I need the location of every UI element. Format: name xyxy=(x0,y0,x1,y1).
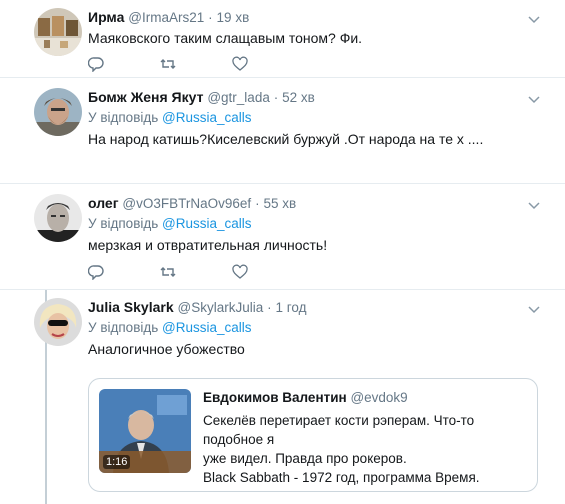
retweet-icon xyxy=(160,267,176,277)
reply-context: У відповідь @Russia_calls xyxy=(88,319,551,337)
chevron-down-icon[interactable] xyxy=(527,302,541,316)
avatar[interactable] xyxy=(34,194,82,242)
quoted-tweet-text: Секелёв перетирает кости рэперам. Что-то… xyxy=(203,411,529,487)
quoted-author-name[interactable]: Евдокимов Валентин xyxy=(203,390,347,405)
separator-dot: · xyxy=(255,196,260,211)
quoted-text-line: уже видел. Правда про рокеров. xyxy=(203,451,407,466)
chevron-down-icon[interactable] xyxy=(527,92,541,106)
separator-dot: · xyxy=(208,10,213,25)
avatar[interactable] xyxy=(34,8,82,56)
reply-mention-link[interactable]: @Russia_calls xyxy=(162,110,251,125)
author-handle[interactable]: @IrmaArs21 xyxy=(128,10,204,25)
reply-mention-link[interactable]: @Russia_calls xyxy=(162,320,251,335)
retweet-button[interactable] xyxy=(160,264,232,282)
retweet-icon xyxy=(160,59,176,69)
heart-icon xyxy=(232,56,248,71)
reply-context: У відповідь @Russia_calls xyxy=(88,109,551,127)
retweet-button[interactable] xyxy=(160,56,232,74)
video-duration: 1:16 xyxy=(103,455,131,469)
timestamp[interactable]: 1 год xyxy=(276,300,307,315)
author-name[interactable]: олег xyxy=(88,195,119,211)
reply-prefix: У відповідь xyxy=(88,216,159,231)
reply-icon xyxy=(87,57,104,73)
author-name[interactable]: Ирма xyxy=(88,9,124,25)
chevron-down-icon[interactable] xyxy=(527,12,541,26)
tweet-text: Маяковского таким слащавым тоном? Фи. xyxy=(88,30,363,46)
like-button[interactable] xyxy=(232,56,304,74)
reply-mention-link[interactable]: @Russia_calls xyxy=(162,216,251,231)
author-handle[interactable]: @gtr_lada xyxy=(207,90,270,105)
tweet-text: Аналогичное убожество xyxy=(88,341,245,357)
tweet[interactable]: Ирма @IrmaArs21 · 19 хв Маяковского таки… xyxy=(0,0,565,78)
reply-button[interactable] xyxy=(87,264,160,282)
quoted-author-handle[interactable]: @evdok9 xyxy=(350,390,407,405)
tweet-text: На народ катишь?Киселевский буржуй .От н… xyxy=(88,131,484,147)
reply-prefix: У відповідь xyxy=(88,110,159,125)
chevron-down-icon[interactable] xyxy=(527,198,541,212)
tweet[interactable]: Бомж Женя Якут @gtr_lada · 52 хв У відпо… xyxy=(0,78,565,184)
video-thumbnail[interactable]: 1:16 xyxy=(99,389,191,473)
avatar[interactable] xyxy=(34,88,82,136)
reply-context: У відповідь @Russia_calls xyxy=(88,215,551,233)
timestamp[interactable]: 55 хв xyxy=(263,196,296,211)
author-handle[interactable]: @vO3FBTrNaOv96ef xyxy=(122,196,251,211)
quoted-tweet[interactable]: 1:16 Евдокимов Валентин @evdok9 Секелёв … xyxy=(88,378,538,492)
like-button[interactable] xyxy=(232,264,304,282)
timestamp[interactable]: 19 хв xyxy=(217,10,250,25)
author-name[interactable]: Бомж Женя Якут xyxy=(88,89,203,105)
avatar[interactable] xyxy=(34,298,82,346)
tweet[interactable]: олег @vO3FBTrNaOv96ef · 55 хв У відповід… xyxy=(0,184,565,290)
reply-icon xyxy=(87,265,104,281)
reply-button[interactable] xyxy=(87,56,160,74)
quoted-text-line: Black Sabbath - 1972 год, программа Врем… xyxy=(203,470,480,485)
tweet-text: мерзкая и отвратительная личность! xyxy=(88,237,328,253)
heart-icon xyxy=(232,264,248,279)
author-handle[interactable]: @SkylarkJulia xyxy=(178,300,264,315)
separator-dot: · xyxy=(267,300,272,315)
author-name[interactable]: Julia Skylark xyxy=(88,299,174,315)
reply-prefix: У відповідь xyxy=(88,320,159,335)
separator-dot: · xyxy=(273,90,279,105)
timestamp[interactable]: 52 хв xyxy=(282,90,315,105)
quoted-text-line: Секелёв перетирает кости рэперам. Что-то… xyxy=(203,413,475,447)
